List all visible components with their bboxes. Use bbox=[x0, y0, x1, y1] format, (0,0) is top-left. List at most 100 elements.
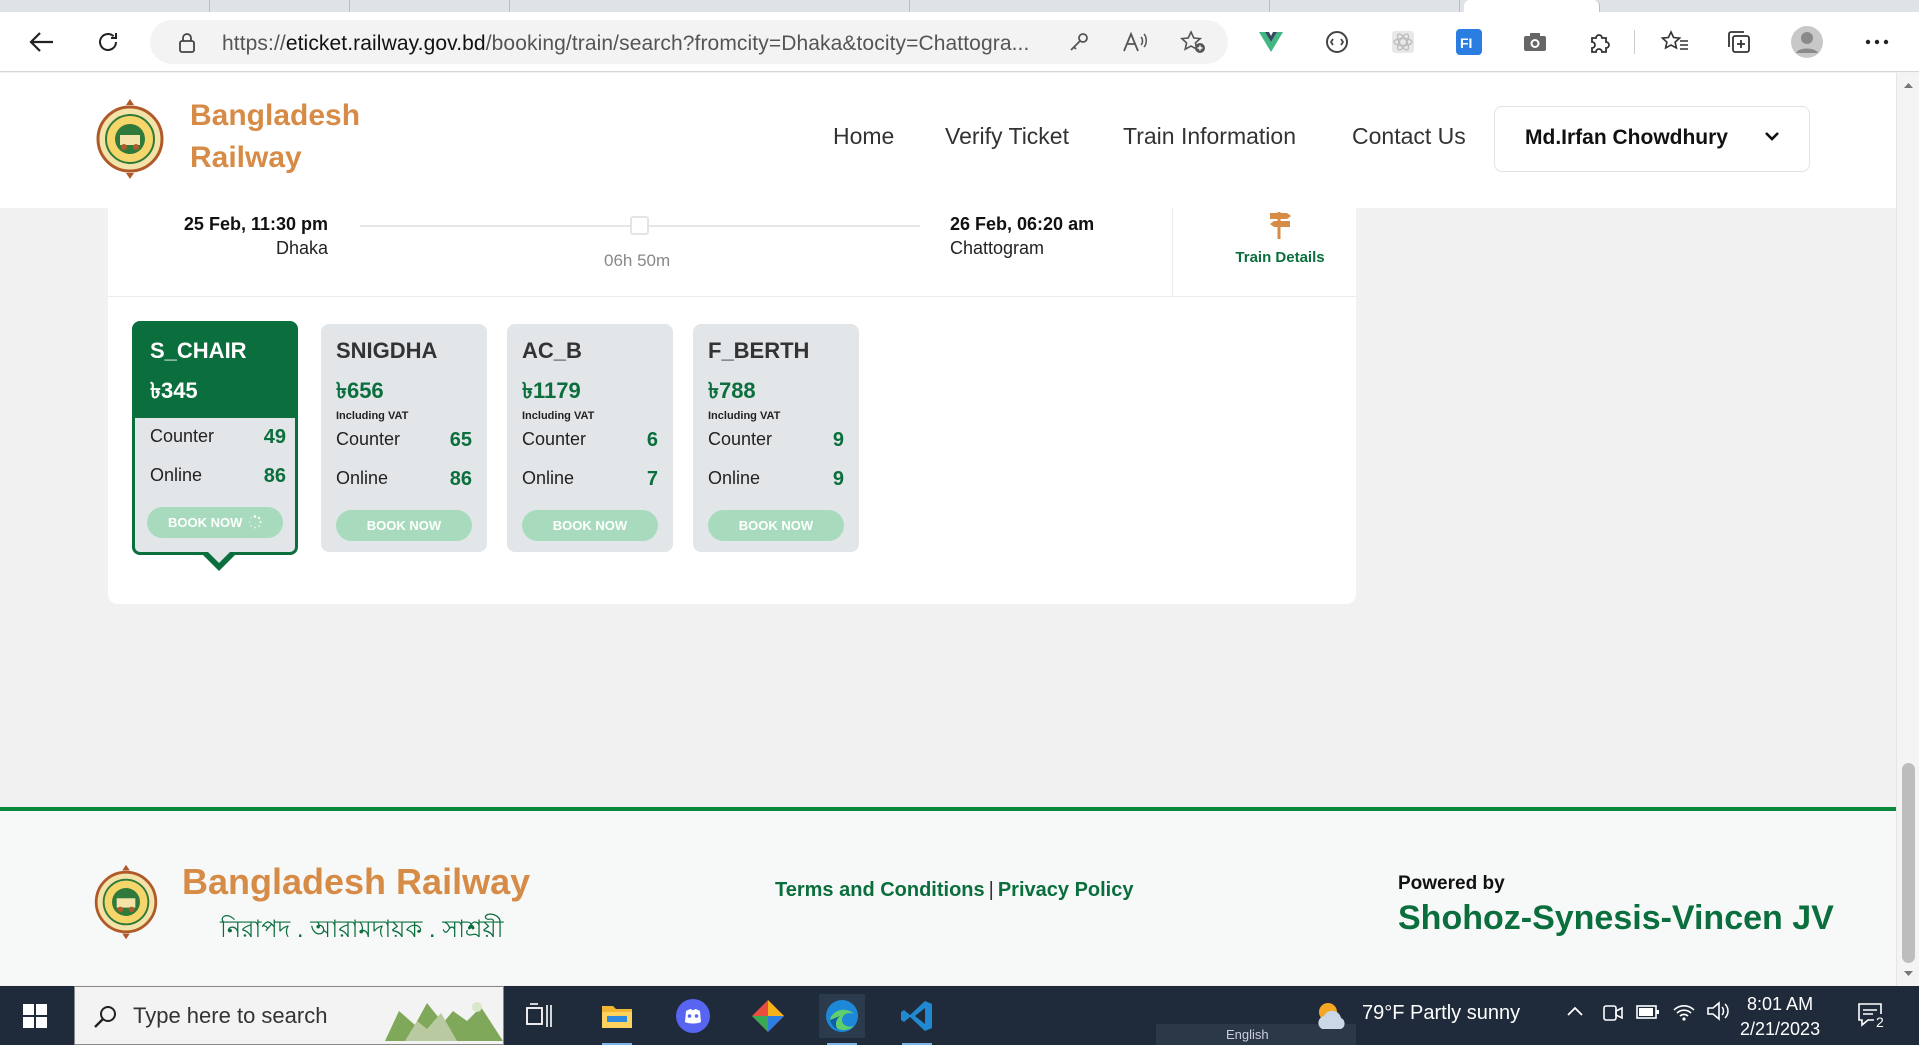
counter-seat-count: 9 bbox=[832, 429, 844, 451]
counter-seat-count: 49 bbox=[263, 426, 286, 448]
vue-devtools-icon[interactable] bbox=[1254, 25, 1288, 59]
fi-extension-icon[interactable]: FI bbox=[1452, 25, 1486, 59]
counter-seat-count: 65 bbox=[449, 429, 472, 451]
start-button[interactable] bbox=[12, 994, 58, 1038]
online-seat-count: 86 bbox=[449, 468, 472, 490]
search-highlight-illustration-icon bbox=[385, 1002, 503, 1041]
seat-class-name: AC_B bbox=[522, 338, 582, 363]
online-seat-count: 86 bbox=[263, 465, 286, 487]
browser-toolbar: https://eticket.railway.gov.bd/booking/t… bbox=[0, 12, 1919, 72]
react-devtools-icon[interactable] bbox=[1386, 25, 1420, 59]
edge-browser-icon[interactable] bbox=[819, 994, 865, 1045]
timeline-marker bbox=[630, 216, 649, 235]
weather-text[interactable]: 79°F Partly sunny bbox=[1362, 1002, 1520, 1025]
seat-class-ac-b[interactable]: AC_B ৳1179 Including VAT Counter 6 Online… bbox=[507, 324, 673, 552]
read-aloud-icon[interactable] bbox=[1122, 31, 1148, 58]
windows-logo-icon bbox=[23, 1004, 47, 1028]
site-brand[interactable]: Bangladesh Railway bbox=[190, 95, 360, 179]
battery-icon[interactable] bbox=[1636, 1004, 1660, 1025]
partly-sunny-weather-icon[interactable] bbox=[1312, 999, 1348, 1036]
browser-tab[interactable] bbox=[510, 0, 910, 12]
extensions-puzzle-icon[interactable] bbox=[1584, 25, 1618, 59]
key-icon[interactable] bbox=[1068, 31, 1090, 58]
scroll-down-icon bbox=[1904, 971, 1913, 976]
seat-class-name: F_BERTH bbox=[708, 338, 810, 363]
vat-note: Including VAT bbox=[522, 410, 595, 422]
search-icon bbox=[94, 1006, 116, 1028]
footer-links: Terms and Conditions | Privacy Policy bbox=[775, 879, 1134, 902]
back-button[interactable] bbox=[24, 24, 60, 60]
train-details-label: Train Details bbox=[1235, 249, 1325, 266]
browser-tab[interactable] bbox=[910, 0, 1270, 12]
more-options-icon[interactable] bbox=[1860, 25, 1894, 59]
loading-spinner-icon bbox=[248, 515, 262, 529]
scrollbar-thumb[interactable] bbox=[1902, 763, 1915, 963]
lock-icon[interactable] bbox=[178, 32, 196, 59]
clock-time: 8:01 AM bbox=[1747, 994, 1814, 1014]
bangladesh-railway-logo[interactable] bbox=[96, 95, 164, 183]
online-seats-row: Online 86 bbox=[150, 465, 286, 487]
book-now-button[interactable]: BOOK NOW bbox=[522, 510, 658, 541]
back-arrow-icon bbox=[29, 32, 53, 52]
train-details-link[interactable]: Train Details bbox=[1220, 208, 1340, 266]
toolbar-separator bbox=[1634, 30, 1635, 54]
add-favorite-icon[interactable] bbox=[1179, 30, 1206, 59]
clock-date: 2/21/2023 bbox=[1740, 1019, 1821, 1039]
url-text: https://eticket.railway.gov.bd/booking/t… bbox=[222, 32, 1030, 55]
notifications-button[interactable]: 2 bbox=[1856, 1000, 1886, 1035]
book-now-button[interactable]: BOOK NOW bbox=[336, 510, 472, 541]
brand-line-2: Railway bbox=[190, 141, 302, 174]
browser-tab[interactable] bbox=[0, 0, 210, 12]
online-seat-count: 9 bbox=[832, 468, 844, 490]
system-clock[interactable]: 8:01 AM 2/21/2023 bbox=[1740, 992, 1820, 1042]
chevron-down-icon bbox=[1763, 127, 1781, 150]
footer-railway-logo bbox=[94, 861, 158, 943]
counter-seat-count: 6 bbox=[646, 429, 658, 451]
page-scrollbar[interactable] bbox=[1896, 73, 1919, 986]
notification-count: 2 bbox=[1874, 1014, 1886, 1030]
powered-by-label: Powered by bbox=[1398, 873, 1505, 894]
refresh-button[interactable] bbox=[90, 24, 126, 60]
file-explorer-icon[interactable] bbox=[594, 994, 640, 1045]
volume-icon[interactable] bbox=[1706, 1000, 1730, 1027]
book-now-button[interactable]: BOOK NOW bbox=[147, 507, 283, 538]
camera-icon[interactable] bbox=[1518, 25, 1552, 59]
address-bar[interactable]: https://eticket.railway.gov.bd/booking/t… bbox=[150, 20, 1228, 64]
nav-train-information[interactable]: Train Information bbox=[1123, 123, 1296, 150]
browser-tab[interactable] bbox=[210, 0, 350, 12]
divider bbox=[108, 296, 1356, 297]
seat-class-name: S_CHAIR bbox=[150, 338, 247, 363]
terms-link[interactable]: Terms and Conditions bbox=[775, 879, 985, 901]
show-hidden-icons[interactable] bbox=[1566, 1004, 1584, 1022]
seat-class-header: F_BERTH ৳788 Including VAT bbox=[693, 324, 859, 422]
task-view-icon[interactable] bbox=[516, 994, 562, 1038]
seat-price: ৳788 bbox=[708, 378, 756, 403]
arrival-city: Chattogram bbox=[950, 238, 1045, 258]
extension-circle-icon[interactable] bbox=[1320, 25, 1354, 59]
browser-tab[interactable] bbox=[350, 0, 510, 12]
online-seats-row: Online 86 bbox=[336, 468, 472, 490]
seat-class-name: SNIGDHA bbox=[336, 338, 438, 363]
book-now-button[interactable]: BOOK NOW bbox=[708, 510, 844, 541]
nav-home[interactable]: Home bbox=[833, 123, 894, 150]
favorites-icon[interactable] bbox=[1658, 25, 1692, 59]
profile-avatar-icon[interactable] bbox=[1790, 25, 1824, 59]
browser-tab-active[interactable] bbox=[1464, 0, 1600, 12]
discord-icon[interactable] bbox=[670, 994, 716, 1038]
taskbar-search-box[interactable]: Type here to search bbox=[74, 986, 504, 1045]
nav-contact-us[interactable]: Contact Us bbox=[1352, 123, 1466, 150]
seat-class-snigdha[interactable]: SNIGDHA ৳656 Including VAT Counter 65 Onl… bbox=[321, 324, 487, 552]
seat-class-s-chair[interactable]: S_CHAIR ৳345 Counter 49 Online 86 BOOK NOW bbox=[132, 321, 298, 571]
browser-tab[interactable] bbox=[1270, 0, 1460, 12]
meet-now-icon[interactable] bbox=[1602, 1002, 1624, 1029]
vscode-icon[interactable] bbox=[894, 994, 940, 1045]
browser-tab-strip bbox=[0, 0, 1919, 12]
seat-class-f-berth[interactable]: F_BERTH ৳788 Including VAT Counter 9 Onli… bbox=[693, 324, 859, 552]
colorful-app-icon[interactable] bbox=[745, 994, 791, 1038]
collections-icon[interactable] bbox=[1722, 25, 1756, 59]
nav-verify-ticket[interactable]: Verify Ticket bbox=[945, 123, 1069, 150]
site-header: Bangladesh Railway Home Verify Ticket Tr… bbox=[0, 73, 1896, 208]
user-menu-dropdown[interactable]: Md.Irfan Chowdhury bbox=[1494, 106, 1810, 172]
privacy-link[interactable]: Privacy Policy bbox=[998, 879, 1134, 901]
wifi-icon[interactable] bbox=[1672, 1000, 1696, 1027]
